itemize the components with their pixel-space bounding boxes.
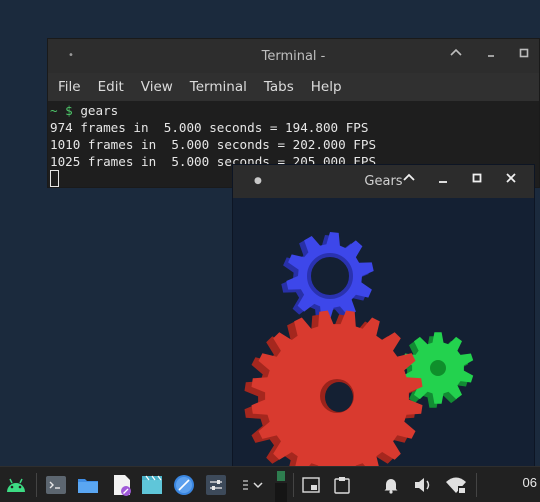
terminal-menubar: File Edit View Terminal Tabs Help (48, 73, 539, 101)
terminal-icon[interactable] (44, 467, 68, 502)
app-switcher-icon[interactable] (238, 467, 266, 502)
maximize-icon[interactable] (514, 46, 534, 66)
menu-view[interactable]: View (141, 79, 173, 95)
menu-file[interactable]: File (58, 79, 81, 95)
minimize-icon[interactable] (481, 46, 501, 66)
window-menu-icon[interactable]: • (68, 51, 78, 61)
menu-terminal[interactable]: Terminal (190, 79, 247, 95)
minimize-icon[interactable] (433, 171, 453, 191)
clipboard-icon[interactable] (331, 467, 353, 502)
folder-icon[interactable] (76, 467, 100, 502)
taskbar-separator (293, 473, 294, 497)
chevron-up-icon[interactable] (399, 171, 419, 191)
gears-window[interactable]: ● Gears (232, 164, 535, 467)
close-icon[interactable] (501, 171, 521, 191)
clock[interactable]: 06 (523, 475, 537, 490)
android-icon[interactable] (4, 467, 28, 502)
wifi-icon[interactable] (444, 467, 468, 502)
red-gear (244, 310, 423, 466)
gears-titlebar[interactable]: ● Gears (233, 165, 534, 198)
taskbar-separator (36, 473, 37, 497)
window-menu-icon[interactable]: ● (254, 176, 262, 186)
gears-title: Gears (364, 174, 403, 189)
maximize-icon[interactable] (467, 171, 487, 191)
shell-command: gears (80, 103, 119, 118)
output-line: 1010 frames in 5.000 seconds = 202.000 F… (50, 137, 377, 152)
menu-tabs[interactable]: Tabs (264, 79, 294, 95)
text-cursor (50, 170, 59, 187)
blue-gear (281, 232, 374, 323)
terminal-title: Terminal - (261, 48, 326, 64)
green-gear (397, 332, 474, 408)
media-icon[interactable] (140, 467, 164, 502)
chevron-up-icon[interactable] (446, 46, 466, 66)
document-editor-icon[interactable] (110, 467, 134, 502)
gears-scene (244, 232, 474, 466)
settings-icon[interactable] (204, 467, 228, 502)
shell-prompt: ~ $ (50, 103, 73, 118)
menu-help[interactable]: Help (311, 79, 342, 95)
gears-render-canvas[interactable] (233, 198, 534, 466)
browser-icon[interactable] (172, 467, 196, 502)
active-task-indicator[interactable] (274, 467, 288, 502)
menu-edit[interactable]: Edit (98, 79, 124, 95)
volume-icon[interactable] (412, 467, 434, 502)
terminal-titlebar[interactable]: • Terminal - (48, 39, 539, 73)
taskbar-separator (476, 473, 477, 497)
notification-icon[interactable] (380, 467, 402, 502)
window-icon[interactable] (300, 467, 322, 502)
taskbar: 06 (0, 466, 540, 502)
output-line: 974 frames in 5.000 seconds = 194.800 FP… (50, 120, 369, 135)
